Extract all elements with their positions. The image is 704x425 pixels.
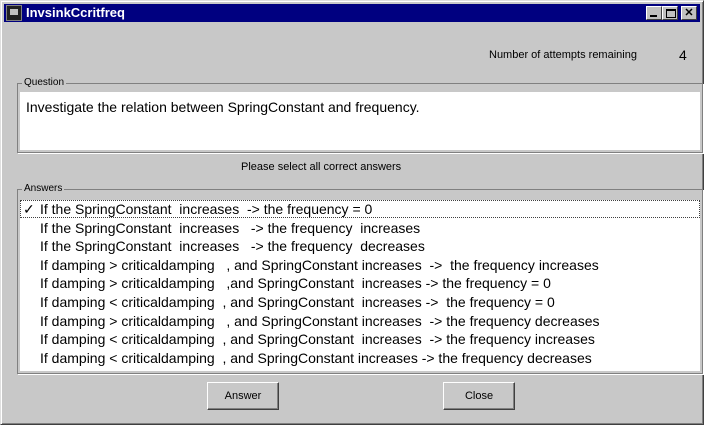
checkmark-icon: ✓ xyxy=(23,201,35,217)
question-text: Investigate the relation between SpringC… xyxy=(26,99,420,115)
answer-button[interactable]: Answer xyxy=(207,382,279,410)
quiz-window: InvsinkCcritfreq ✕ Number of attempts re… xyxy=(0,0,704,425)
close-icon: ✕ xyxy=(684,7,694,19)
title-bar[interactable]: InvsinkCcritfreq ✕ xyxy=(4,4,700,22)
close-window-button[interactable]: ✕ xyxy=(681,6,697,20)
app-icon[interactable] xyxy=(6,5,22,21)
instruction-text: Please select all correct answers xyxy=(241,161,402,173)
answer-option-label: If damping > criticaldamping , and Sprin… xyxy=(40,312,600,329)
window-title: InvsinkCcritfreq xyxy=(26,5,125,20)
answer-option-label: If the SpringConstant increases -> the f… xyxy=(40,219,421,236)
answers-list[interactable]: ✓ If the SpringConstant increases -> the … xyxy=(20,200,700,371)
question-group: Question Investigate the relation betwee… xyxy=(17,77,703,153)
maximize-icon xyxy=(666,9,676,18)
close-button[interactable]: Close xyxy=(443,382,515,410)
answers-group-label: Answers xyxy=(22,183,65,194)
answers-group: Answers ✓ If the SpringConstant increases… xyxy=(17,183,703,374)
attempts-label: Number of attempts remaining xyxy=(489,49,637,61)
answer-option[interactable]: If damping < criticaldamping , and Sprin… xyxy=(20,293,700,311)
answer-option[interactable]: If the SpringConstant increases -> the f… xyxy=(20,237,700,255)
answer-option[interactable]: If the SpringConstant increases -> the f… xyxy=(20,219,700,237)
answer-option[interactable]: If damping < criticaldamping , and Sprin… xyxy=(20,330,700,348)
answer-option[interactable]: If damping > criticaldamping ,and Spring… xyxy=(20,274,700,292)
answer-option-label: If the SpringConstant increases -> the f… xyxy=(40,201,373,217)
minimize-icon xyxy=(650,15,657,17)
question-box: Investigate the relation between SpringC… xyxy=(20,92,700,150)
attempts-value: 4 xyxy=(679,47,687,63)
maximize-button[interactable] xyxy=(662,6,678,20)
answer-option-label: If damping < criticaldamping , and Sprin… xyxy=(40,331,595,348)
answer-option-label: If damping > criticaldamping ,and Spring… xyxy=(40,275,551,292)
answer-option-label: If damping > criticaldamping , and Sprin… xyxy=(40,256,599,273)
answer-option-label: If damping < criticaldamping , and Sprin… xyxy=(40,294,555,310)
answer-option[interactable]: If damping < criticaldamping , and Sprin… xyxy=(20,349,700,367)
answer-option[interactable]: ✓ If the SpringConstant increases -> the … xyxy=(20,200,700,218)
answer-option[interactable]: If damping > criticaldamping , and Sprin… xyxy=(20,256,700,274)
answer-option-label: If the SpringConstant increases -> the f… xyxy=(40,238,425,255)
question-group-label: Question xyxy=(22,77,67,88)
minimize-button[interactable] xyxy=(646,6,662,20)
answer-option[interactable]: If damping > criticaldamping , and Sprin… xyxy=(20,312,700,330)
answer-option-label: If damping < criticaldamping , and Sprin… xyxy=(40,349,592,366)
